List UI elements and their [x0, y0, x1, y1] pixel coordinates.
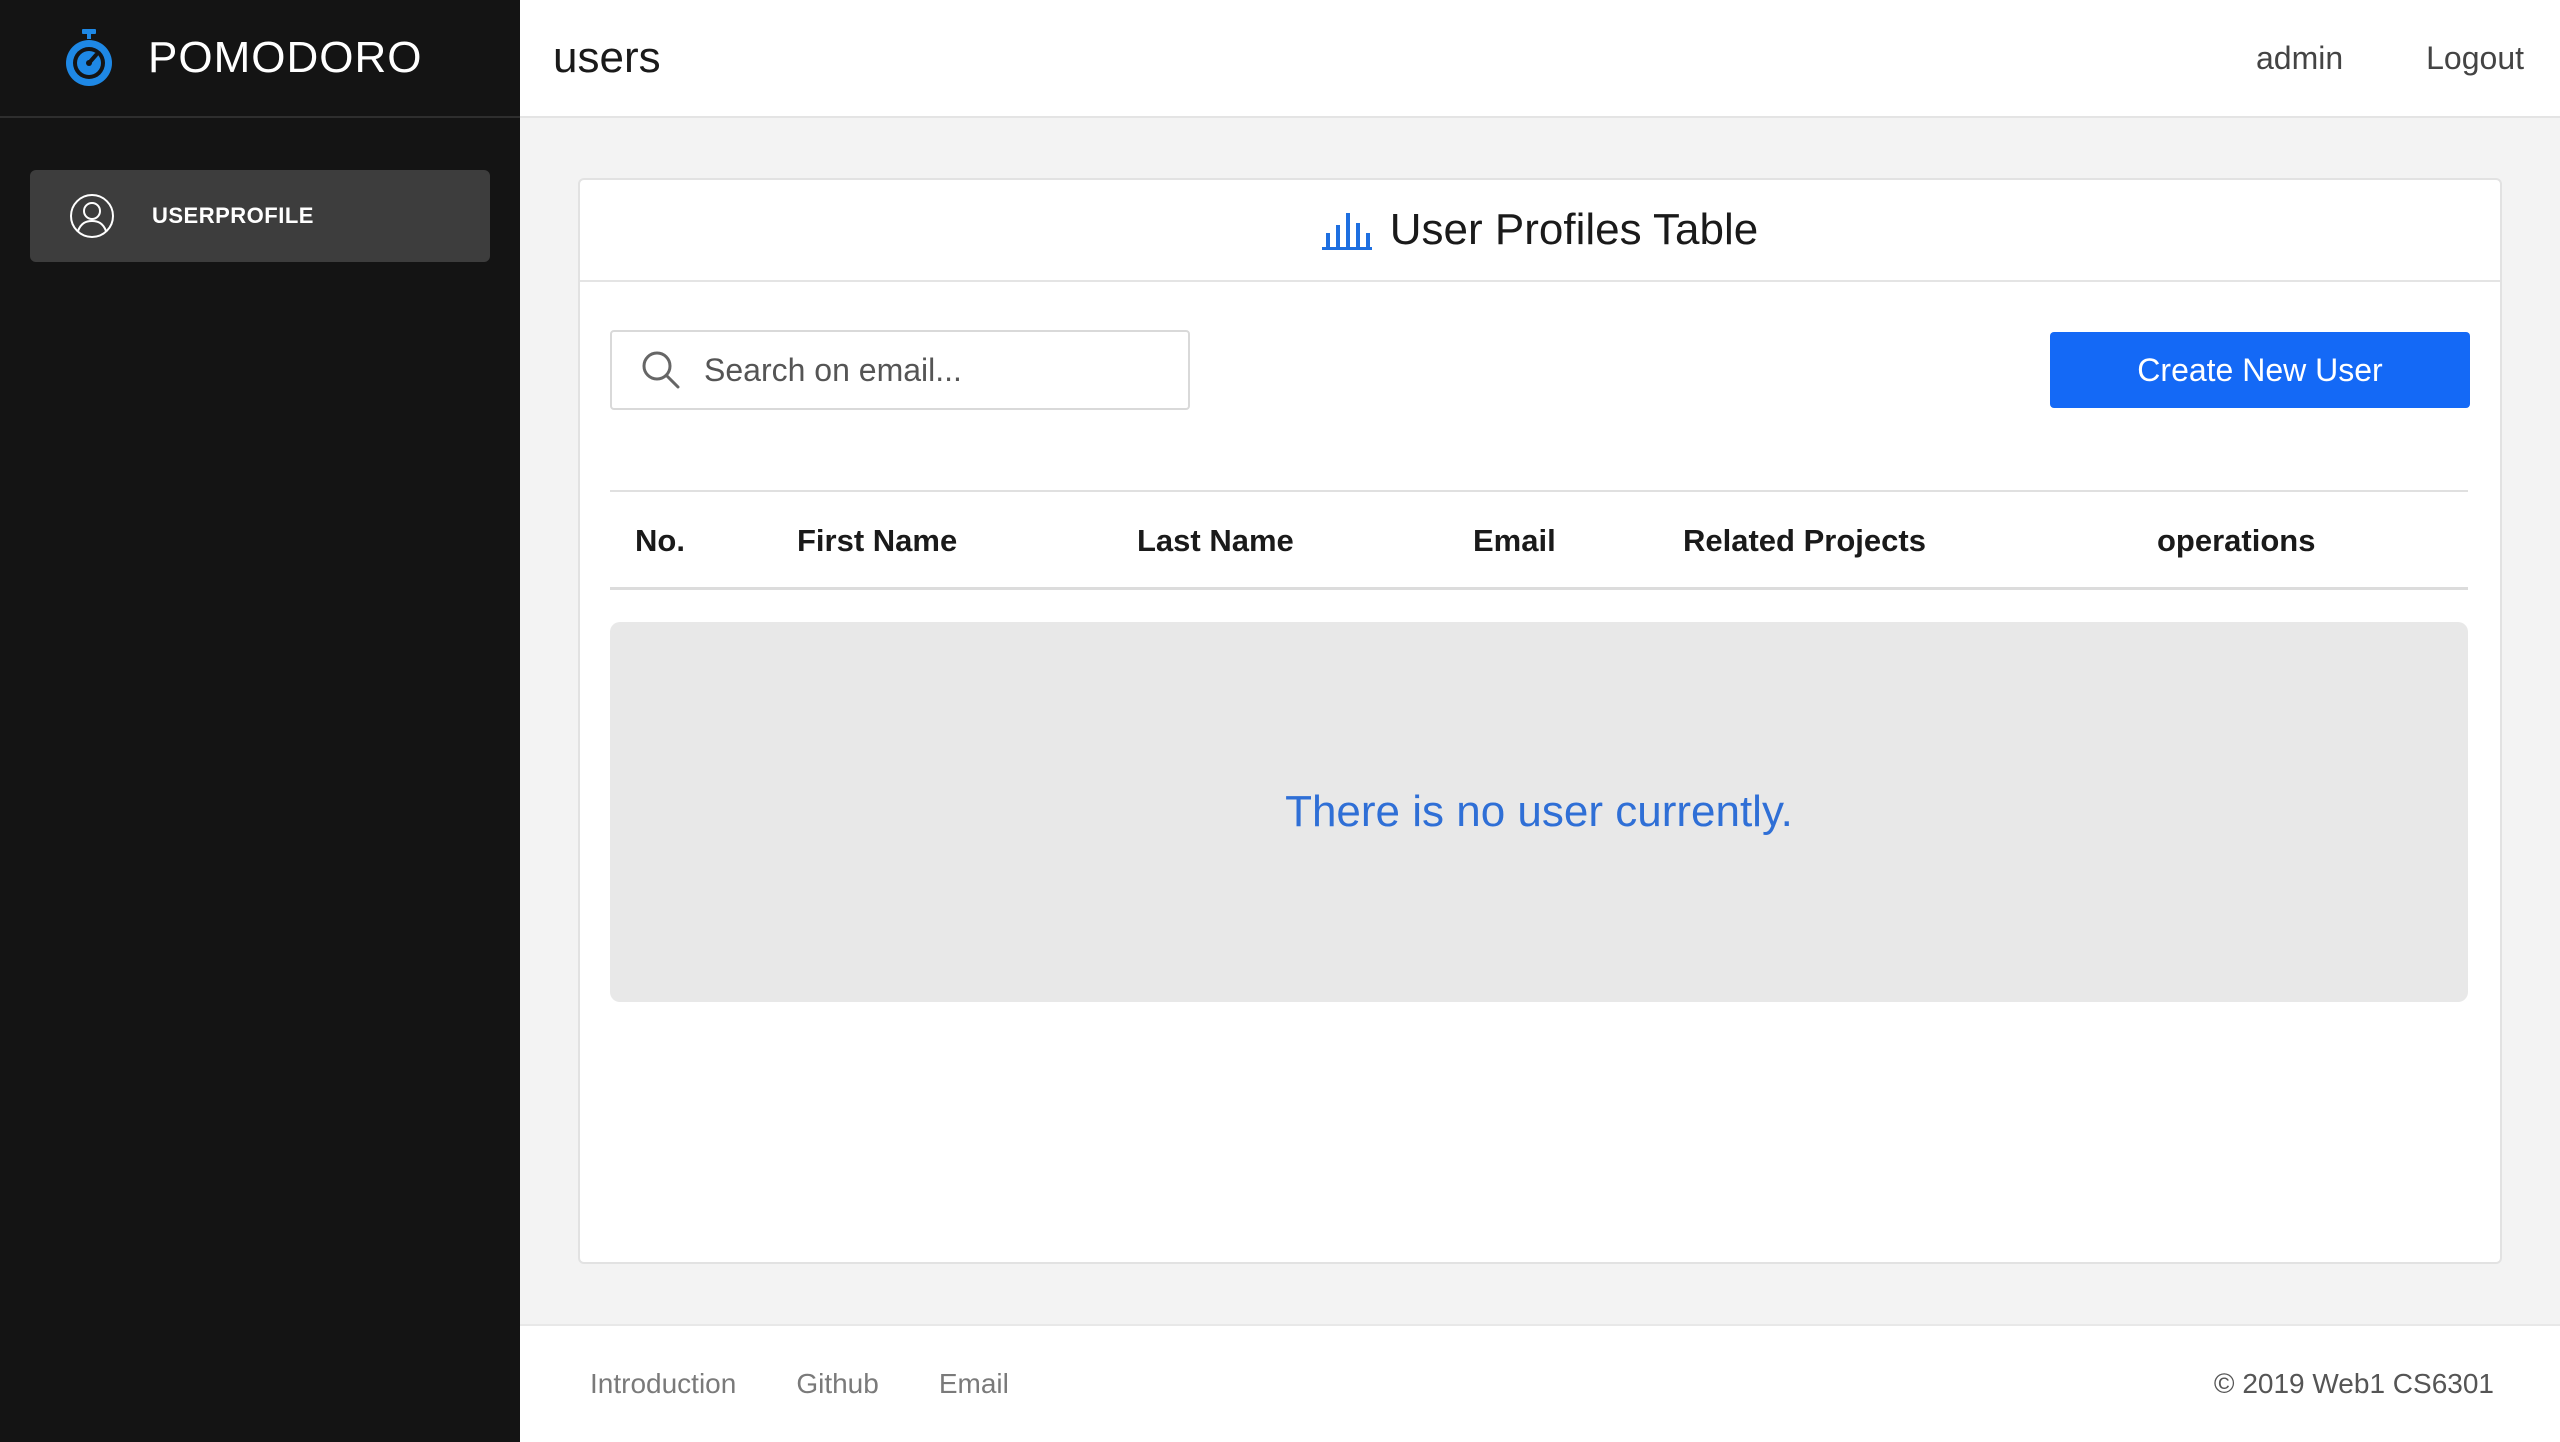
create-new-user-button[interactable]: Create New User: [2050, 332, 2470, 408]
app-root: POMODORO USERPROFILE users admin Logout: [0, 0, 2560, 1442]
table-header: No. First Name Last Name Email Related P…: [610, 490, 2468, 590]
search-box[interactable]: [610, 330, 1190, 410]
footer: Introduction Github Email © 2019 Web1 CS…: [520, 1324, 2560, 1442]
table-toolbar: Create New User: [610, 330, 2470, 410]
empty-state-message: There is no user currently.: [1285, 787, 1793, 836]
card-title: User Profiles Table: [1389, 205, 1759, 254]
stopwatch-icon: [62, 28, 116, 88]
card-header: User Profiles Table: [580, 180, 2500, 282]
bar-chart-icon: [1321, 209, 1372, 251]
search-input[interactable]: [704, 351, 1164, 389]
footer-link-introduction[interactable]: Introduction: [590, 1368, 736, 1400]
sidebar-item-userprofile[interactable]: USERPROFILE: [30, 170, 490, 262]
user-circle-icon: [68, 192, 116, 240]
user-menu-link[interactable]: admin: [2256, 40, 2343, 77]
top-header: users admin Logout: [520, 0, 2560, 118]
column-header-first-name[interactable]: First Name: [797, 492, 957, 589]
column-header-last-name[interactable]: Last Name: [1137, 492, 1294, 589]
footer-links: Introduction Github Email: [590, 1368, 1069, 1400]
footer-link-email[interactable]: Email: [939, 1368, 1009, 1400]
copyright: © 2019 Web1 CS6301: [2213, 1368, 2494, 1399]
logout-link[interactable]: Logout: [2426, 40, 2524, 77]
side-menu: USERPROFILE: [0, 118, 520, 262]
column-header-email[interactable]: Email: [1473, 492, 1556, 589]
user-profiles-table: No. First Name Last Name Email Related P…: [610, 490, 2468, 1002]
sidebar-item-label: USERPROFILE: [152, 203, 314, 228]
column-header-operations[interactable]: operations: [2157, 492, 2315, 589]
footer-link-github[interactable]: Github: [796, 1368, 879, 1400]
header-actions: admin Logout: [2256, 40, 2524, 77]
user-profiles-card: User Profiles Table Create New User No. …: [578, 178, 2502, 1264]
column-header-related-projects[interactable]: Related Projects: [1683, 492, 1926, 589]
column-header-no[interactable]: No.: [635, 492, 685, 589]
page-title: users: [553, 33, 661, 82]
empty-state: There is no user currently.: [610, 622, 2468, 1002]
brand-name: POMODORO: [148, 33, 423, 82]
sidebar: POMODORO USERPROFILE: [0, 0, 520, 1442]
search-icon: [640, 349, 682, 391]
brand[interactable]: POMODORO: [0, 0, 520, 118]
